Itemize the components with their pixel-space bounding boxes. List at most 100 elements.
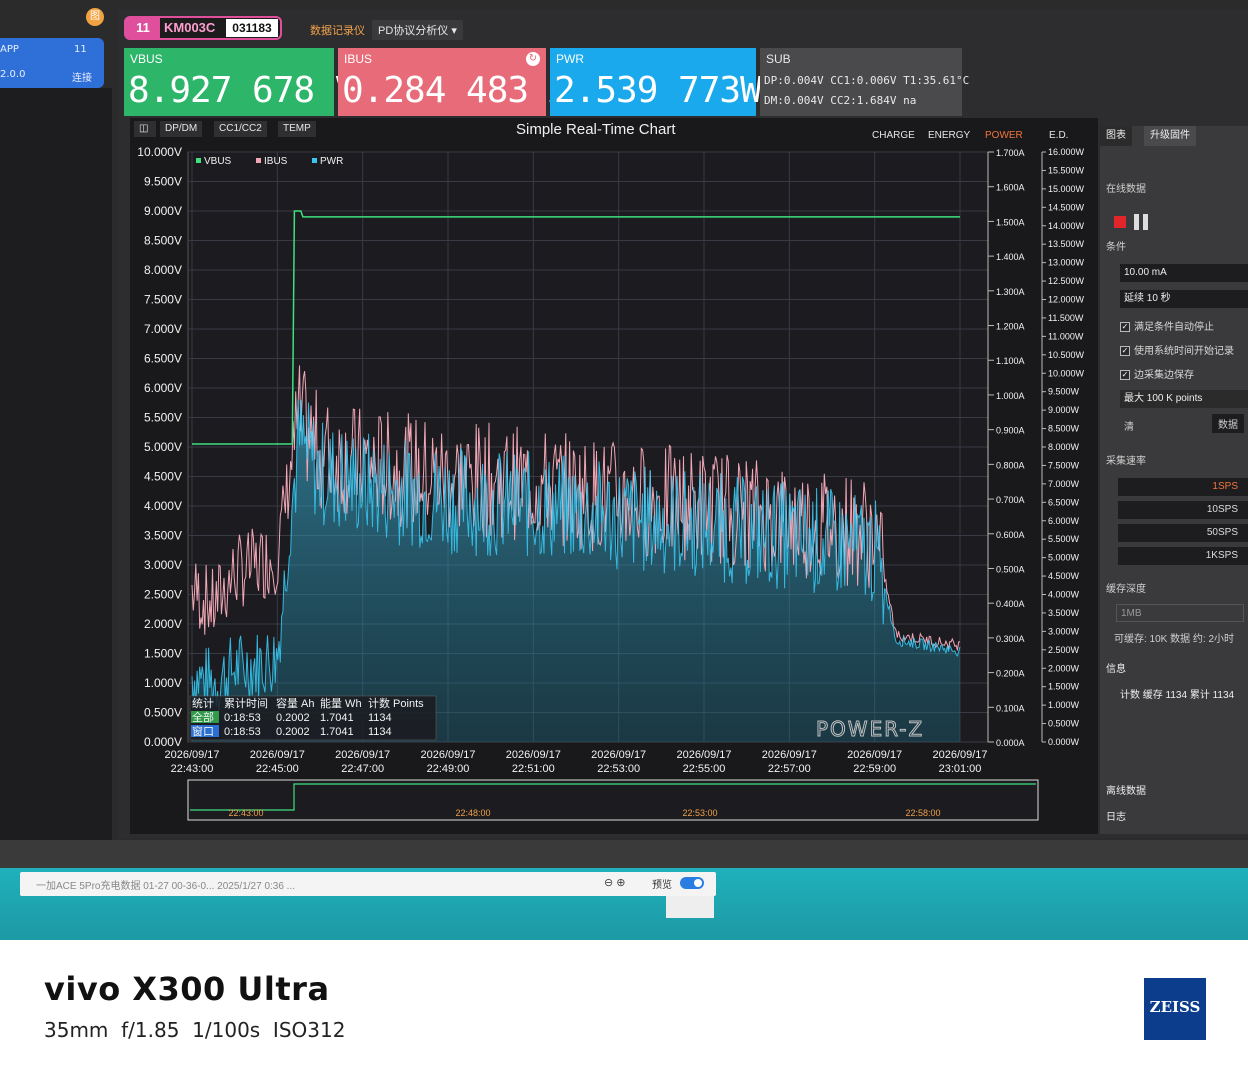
duration-input[interactable]: 延续 10 秒 bbox=[1120, 290, 1248, 308]
device-list-version: 2.0.0 bbox=[0, 69, 26, 80]
y-right-tick-label: 5.000W bbox=[1048, 553, 1080, 563]
record-icon[interactable] bbox=[1114, 216, 1126, 228]
y-right-tick-label: 15.000W bbox=[1048, 184, 1085, 194]
right-panel: 图表 升级固件 在线数据 条件 10.00 mA 延续 10 秒 ✓ 满足条件自动… bbox=[1100, 126, 1248, 834]
rate-1ksps-button[interactable]: 1KSPS bbox=[1118, 547, 1248, 565]
y-left-tick-label: 2.500V bbox=[144, 588, 182, 602]
y-right-tick-label: 4.000W bbox=[1048, 590, 1080, 600]
tab-cc1-cc2[interactable]: CC1/CC2 bbox=[214, 121, 267, 137]
threshold-input[interactable]: 10.00 mA bbox=[1120, 264, 1248, 282]
camera-watermark: vivo X300 Ultra 35mm f/1.85 1/100s ISO31… bbox=[0, 940, 1248, 1080]
y-mid-tick-label: 0.200A bbox=[996, 669, 1025, 679]
y-left-tick-label: 5.500V bbox=[144, 411, 182, 425]
data-button[interactable]: 数据 bbox=[1212, 414, 1244, 433]
y-left-tick-label: 6.500V bbox=[144, 352, 182, 366]
x-tick-time: 22:43:00 bbox=[171, 763, 214, 775]
camera-model: vivo X300 Ultra bbox=[44, 970, 330, 1008]
chart-screenshot-icon[interactable]: ◫ bbox=[134, 121, 156, 137]
legend-swatch bbox=[256, 158, 261, 163]
y-right-tick-label: 4.500W bbox=[1048, 571, 1080, 581]
y-left-tick-label: 2.000V bbox=[144, 617, 182, 631]
stats-cell: 窗口 bbox=[192, 724, 214, 738]
y-right-tick-label: 12.500W bbox=[1048, 276, 1085, 286]
cache-select[interactable]: 1MB bbox=[1116, 604, 1244, 622]
y-mid-tick-label: 1.000A bbox=[996, 391, 1025, 401]
overview-tick-label: 22:48:00 bbox=[455, 808, 490, 818]
meter-sub-line1: DP:0.004V CC1:0.006V T1:35.61°C bbox=[764, 74, 970, 87]
menu-data-logger[interactable]: 数据记录仪 bbox=[310, 22, 365, 38]
checkbox-icon: ✓ bbox=[1120, 346, 1130, 357]
stats-header: 容量 Ah bbox=[276, 696, 315, 710]
pause-icon[interactable] bbox=[1134, 214, 1150, 230]
y-right-tick-label: 10.000W bbox=[1048, 368, 1085, 378]
file-explorer-row[interactable]: 一加ACE 5Pro充电数据 01-27 00-36-0... 2025/1/2… bbox=[20, 872, 716, 896]
tab-dp-dm[interactable]: DP/DM bbox=[160, 121, 203, 137]
meter-ibus-label: IBUS bbox=[344, 52, 373, 66]
y-right-tick-label: 0.000W bbox=[1048, 737, 1080, 747]
overview-tick-label: 22:43:00 bbox=[228, 808, 263, 818]
condition-title: 条件 bbox=[1106, 242, 1126, 253]
y-right-tick-label: 10.500W bbox=[1048, 350, 1085, 360]
meter-pwr: PWR 2.539 773W bbox=[550, 48, 762, 116]
view-toggle-icons[interactable] bbox=[666, 896, 714, 918]
device-tag[interactable]: 11 KM003C 031183 bbox=[124, 16, 282, 40]
y-left-tick-label: 4.500V bbox=[144, 470, 182, 484]
save-while-checkbox[interactable]: ✓ 边采集边保存 bbox=[1120, 366, 1194, 381]
system-time-checkbox[interactable]: ✓ 使用系统时间开始记录 bbox=[1120, 342, 1234, 357]
x-tick-date: 2026/09/17 bbox=[335, 749, 390, 761]
preview-toggle[interactable] bbox=[680, 877, 704, 889]
x-tick-date: 2026/09/17 bbox=[420, 749, 475, 761]
clear-button[interactable]: 清 bbox=[1124, 418, 1134, 433]
rate-50sps-button[interactable]: 50SPS bbox=[1118, 524, 1248, 542]
rate-10sps-button[interactable]: 10SPS bbox=[1118, 501, 1248, 519]
x-tick-date: 2026/09/17 bbox=[676, 749, 731, 761]
menu-pd-analyzer[interactable]: PD协议分析仪 ▾ bbox=[372, 20, 463, 40]
menu-pd-label: PD协议分析仪 bbox=[378, 25, 449, 37]
y-mid-tick-label: 1.600A bbox=[996, 183, 1025, 193]
y-left-tick-label: 0.000V bbox=[144, 735, 182, 749]
zoom-icons[interactable]: ⊖ ⊕ bbox=[604, 876, 626, 889]
stats-cell: 1.7041 bbox=[320, 726, 354, 738]
stats-cell: 1134 bbox=[368, 712, 392, 724]
app-badge-icon[interactable]: 图 bbox=[86, 8, 104, 26]
auto-stop-label: 满足条件自动停止 bbox=[1134, 322, 1214, 333]
checkbox-icon: ✓ bbox=[1120, 322, 1130, 333]
x-tick-date: 2026/09/17 bbox=[591, 749, 646, 761]
auto-stop-checkbox[interactable]: ✓ 满足条件自动停止 bbox=[1120, 318, 1214, 333]
x-tick-date: 2026/09/17 bbox=[847, 749, 902, 761]
chart-svg: 10.000V 9.500V 9.000V 8.500V 8.000V 7.500V 7.0… bbox=[137, 145, 1085, 821]
y-mid-tick-label: 1.200A bbox=[996, 322, 1025, 332]
device-list-item[interactable]: APP 11 2.0.0 连接 bbox=[0, 38, 104, 88]
y-left-tick-label: 8.000V bbox=[144, 263, 182, 277]
refresh-icon[interactable]: ↻ bbox=[526, 52, 540, 66]
legend-label: PWR bbox=[320, 156, 343, 167]
chart-tabs: ◫ DP/DM CC1/CC2 TEMP Simple Real-Time Ch… bbox=[130, 118, 1098, 141]
y-right-tick-label: 7.000W bbox=[1048, 479, 1080, 489]
file-row-text: 一加ACE 5Pro充电数据 01-27 00-36-0... 2025/1/2… bbox=[36, 881, 296, 892]
device-list-status: 连接 bbox=[72, 73, 92, 84]
overview-tick-label: 22:53:00 bbox=[682, 808, 717, 818]
tab-firmware[interactable]: 升级固件 bbox=[1144, 126, 1196, 146]
monitor-bezel bbox=[0, 840, 1248, 870]
y-left-tick-label: 1.500V bbox=[144, 647, 182, 661]
y-right-tick-label: 13.000W bbox=[1048, 258, 1085, 268]
y-mid-tick-label: 0.800A bbox=[996, 460, 1025, 470]
stats-cell: 全部 bbox=[192, 710, 214, 724]
meter-vbus-value: 8.927 678 V bbox=[128, 70, 356, 111]
meter-sub: SUB DP:0.004V CC1:0.006V T1:35.61°C DM:0… bbox=[760, 48, 969, 116]
x-tick-date: 2026/09/17 bbox=[932, 749, 987, 761]
stats-cell: 0:18:53 bbox=[224, 712, 261, 724]
y-left-tick-label: 6.000V bbox=[144, 381, 182, 395]
log-title[interactable]: 日志 bbox=[1106, 808, 1126, 823]
chart-title: Simple Real-Time Chart bbox=[516, 121, 676, 138]
tab-temp[interactable]: TEMP bbox=[278, 121, 316, 137]
y-mid-tick-label: 0.500A bbox=[996, 564, 1025, 574]
y-right-tick-label: 2.500W bbox=[1048, 645, 1080, 655]
power-z-logo: POWER-Z bbox=[816, 717, 924, 741]
x-tick-time: 22:47:00 bbox=[341, 763, 384, 775]
tab-chart[interactable]: 图表 bbox=[1100, 126, 1132, 146]
rate-1sps-button[interactable]: 1SPS bbox=[1118, 478, 1248, 496]
y-mid-tick-label: 1.400A bbox=[996, 252, 1025, 262]
offline-data-title[interactable]: 离线数据 bbox=[1106, 782, 1146, 797]
device-serial: 031183 bbox=[226, 19, 278, 37]
